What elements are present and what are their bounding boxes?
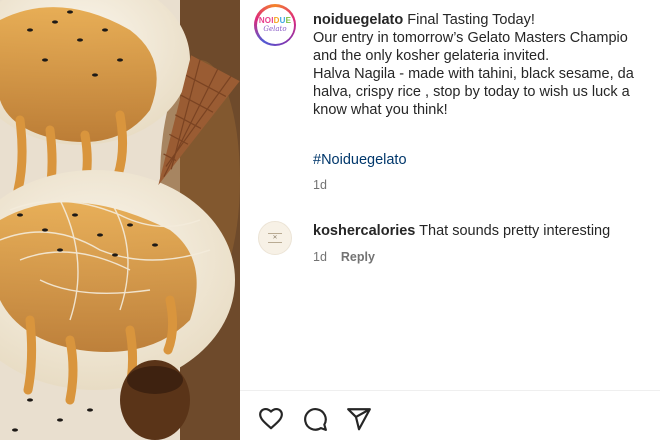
- commenter-avatar[interactable]: ✕: [258, 221, 292, 255]
- comment-meta: 1d Reply: [313, 250, 375, 264]
- logo-subtitle: Gelato: [263, 24, 287, 33]
- comment-timestamp[interactable]: 1d: [313, 250, 327, 264]
- post-photo: [0, 0, 240, 440]
- comment-text: That sounds pretty interesting: [419, 223, 611, 239]
- fork-knife-icon: ✕: [272, 235, 278, 241]
- gelato-photo-illustration: [0, 0, 240, 440]
- reply-button[interactable]: Reply: [341, 250, 375, 264]
- post-caption: noiduegelato Final Tasting Today! Our en…: [313, 11, 660, 119]
- paper-plane-icon: [347, 408, 371, 431]
- post-author-username[interactable]: noiduegelato: [313, 12, 403, 28]
- noiduegelato-logo: NOIDUE Gelato: [256, 6, 294, 44]
- comment-icon: [304, 408, 327, 431]
- caption-line-3: and the only kosher gelateria invited.: [313, 48, 550, 64]
- caption-line-2: Our entry in tomorrow’s Gelato Masters C…: [313, 30, 628, 46]
- heart-icon: [259, 407, 283, 430]
- post-details-pane: NOIDUE Gelato noiduegelato Final Tasting…: [240, 0, 660, 440]
- divider: [240, 390, 660, 391]
- caption-line-6: know what you think!: [313, 102, 448, 118]
- caption-line-5: halva, crispy rice , stop by today to wi…: [313, 84, 630, 100]
- post-author-avatar[interactable]: NOIDUE Gelato: [254, 4, 296, 46]
- logo-wordmark: NOIDUE: [258, 15, 292, 25]
- comment: koshercalories That sounds pretty intere…: [313, 222, 610, 240]
- comment-button[interactable]: [300, 404, 330, 434]
- commenter-username[interactable]: koshercalories: [313, 223, 415, 239]
- like-button[interactable]: [256, 404, 286, 434]
- post-timestamp[interactable]: 1d: [313, 178, 327, 192]
- post-actions-bar: [256, 404, 388, 434]
- caption-line-4: Halva Nagila - made with tahini, black s…: [313, 66, 634, 82]
- hashtag-link[interactable]: #Noiduegelato: [313, 151, 407, 169]
- share-button[interactable]: [344, 404, 374, 434]
- caption-line-1: Final Tasting Today!: [407, 12, 535, 28]
